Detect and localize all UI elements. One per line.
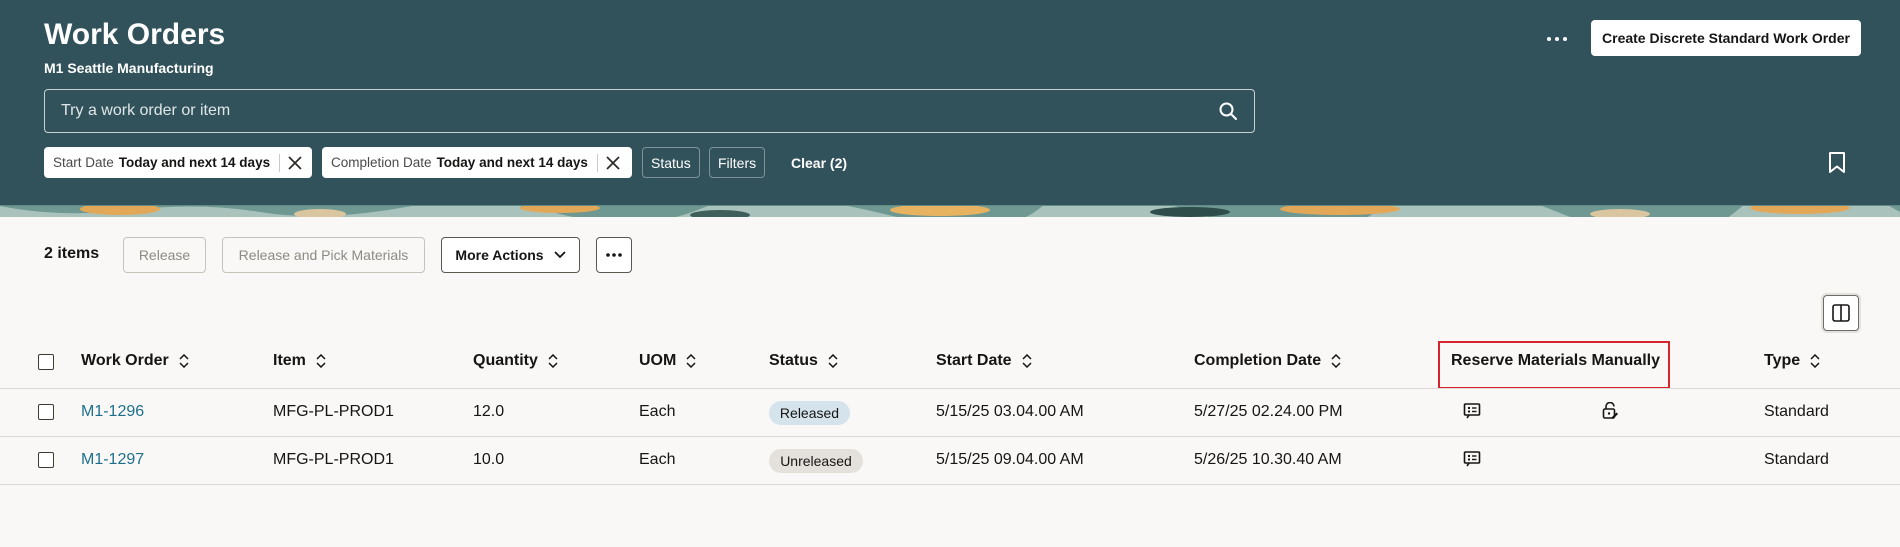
banner-pattern-icon	[0, 205, 1900, 217]
clear-filters-link[interactable]: Clear (2)	[791, 155, 847, 171]
column-header-uom[interactable]: UOM	[639, 352, 696, 370]
status-filter-button[interactable]: Status	[642, 147, 700, 178]
reserve-materials-icon[interactable]	[1463, 450, 1481, 468]
table-divider	[0, 484, 1900, 485]
column-header-status[interactable]: Status	[769, 352, 838, 370]
column-header-start-date[interactable]: Start Date	[936, 352, 1032, 370]
sort-icon	[1022, 354, 1032, 368]
release-button[interactable]: Release	[123, 237, 206, 273]
more-actions-label: More Actions	[455, 247, 544, 263]
sort-icon	[1810, 354, 1820, 368]
highlight-box	[1438, 341, 1670, 389]
column-header-label: UOM	[639, 352, 677, 369]
column-header-label: Work Order	[81, 352, 169, 369]
column-layout-button[interactable]	[1823, 295, 1859, 331]
filter-chip-value: Today and next 14 days	[436, 155, 588, 170]
column-header-label: Item	[273, 352, 306, 369]
more-options-icon[interactable]	[1540, 24, 1574, 54]
ellipsis-horizontal-icon	[606, 253, 622, 257]
reserve-materials-icon[interactable]	[1463, 402, 1481, 420]
page-subtitle: M1 Seattle Manufacturing	[44, 60, 214, 76]
work-order-link[interactable]: M1-1296	[81, 403, 144, 421]
sort-icon	[316, 354, 326, 368]
row-checkbox[interactable]	[38, 404, 54, 420]
chevron-down-icon	[553, 251, 566, 259]
type-cell: Standard	[1764, 403, 1829, 420]
completion-date-cell: 5/27/25 02.24.00 PM	[1194, 403, 1343, 420]
release-and-pick-materials-button[interactable]: Release and Pick Materials	[222, 237, 425, 273]
sort-icon	[548, 354, 558, 368]
select-all-checkbox[interactable]	[38, 354, 54, 370]
start-date-cell: 5/15/25 03.04.00 AM	[936, 403, 1084, 420]
completion-date-cell: 5/26/25 10.30.40 AM	[1194, 451, 1342, 468]
overflow-menu-button[interactable]	[596, 237, 632, 273]
sort-icon	[1331, 354, 1341, 368]
close-icon[interactable]	[280, 147, 310, 178]
work-order-link[interactable]: M1-1297	[81, 451, 144, 469]
search-box	[44, 89, 1255, 133]
filter-chip-label: Completion Date	[331, 155, 432, 170]
column-header-quantity[interactable]: Quantity	[473, 352, 558, 370]
column-header-item[interactable]: Item	[273, 352, 326, 370]
filters-button[interactable]: Filters	[709, 147, 766, 178]
type-cell: Standard	[1764, 451, 1829, 468]
column-header-label: Type	[1764, 352, 1801, 369]
table-divider	[0, 436, 1900, 437]
column-header-work-order[interactable]: Work Order	[81, 352, 189, 370]
sort-icon	[686, 354, 696, 368]
page-header: Work Orders M1 Seattle Manufacturing Cre…	[0, 0, 1900, 205]
column-header-label: Start Date	[936, 352, 1012, 369]
column-header-label: Completion Date	[1194, 352, 1322, 369]
page-title: Work Orders	[44, 18, 226, 51]
filter-chip-label: Start Date	[53, 155, 114, 170]
uom-cell: Each	[639, 451, 676, 468]
filter-chip-value: Today and next 14 days	[118, 155, 271, 170]
lock-edit-icon[interactable]	[1601, 402, 1619, 420]
search-input[interactable]	[45, 90, 1195, 132]
quantity-cell: 12.0	[473, 403, 505, 420]
filter-chip-completion-date[interactable]: Completion Date Today and next 14 days	[322, 147, 632, 178]
row-checkbox[interactable]	[38, 452, 54, 468]
table-divider	[0, 388, 1900, 389]
quantity-cell: 10.0	[473, 451, 505, 468]
split-view-icon	[1832, 304, 1850, 322]
filter-chip-start-date[interactable]: Start Date Today and next 14 days	[44, 147, 312, 178]
column-header-label: Status	[769, 352, 818, 369]
more-actions-button[interactable]: More Actions	[441, 237, 580, 273]
decorative-banner	[0, 205, 1900, 217]
column-header-completion-date[interactable]: Completion Date	[1194, 352, 1341, 370]
sort-icon	[179, 354, 189, 368]
item-cell: MFG-PL-PROD1	[273, 403, 394, 420]
item-cell: MFG-PL-PROD1	[273, 451, 394, 468]
search-icon[interactable]	[1218, 101, 1238, 121]
status-badge: Released	[769, 401, 850, 425]
close-icon[interactable]	[598, 147, 628, 178]
create-work-order-button[interactable]: Create Discrete Standard Work Order	[1591, 20, 1861, 56]
start-date-cell: 5/15/25 09.04.00 AM	[936, 451, 1084, 468]
bookmark-icon[interactable]	[1828, 152, 1846, 174]
sort-icon	[828, 354, 838, 368]
column-header-label: Quantity	[473, 352, 538, 369]
column-header-type[interactable]: Type	[1764, 352, 1820, 370]
status-badge: Unreleased	[769, 449, 863, 473]
items-count: 2 items	[44, 245, 100, 262]
uom-cell: Each	[639, 403, 676, 420]
